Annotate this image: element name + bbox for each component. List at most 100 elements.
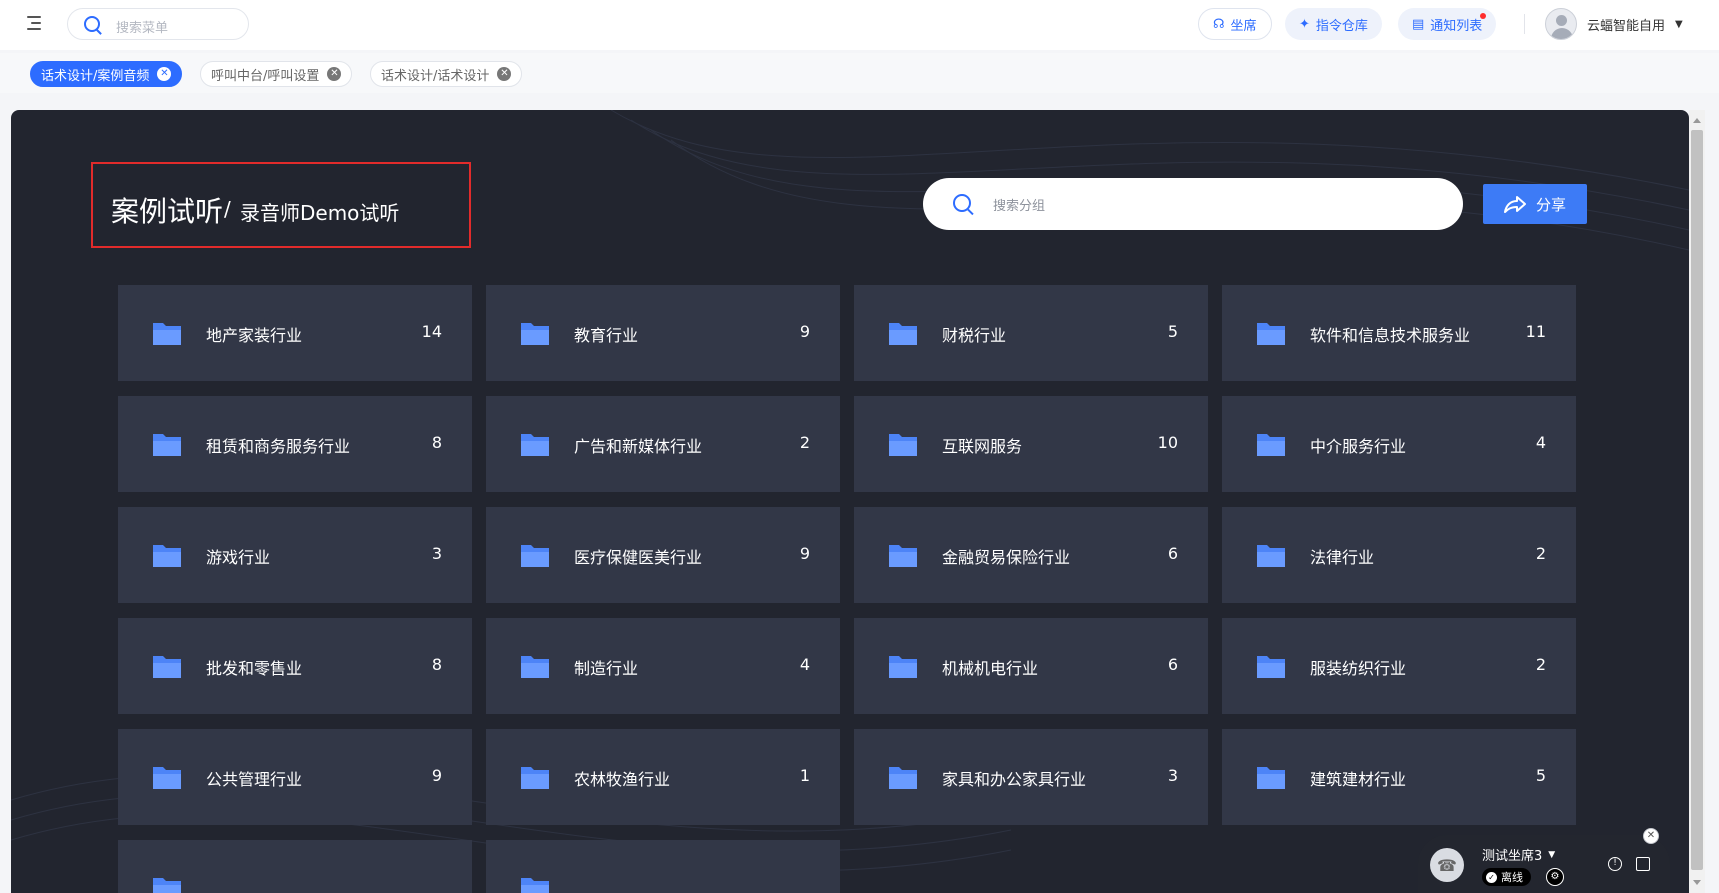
notification-list-button[interactable]: ▤ 通知列表 — [1398, 8, 1497, 40]
group-card[interactable]: 游戏行业 3 — [118, 507, 472, 603]
headset-icon: ☊ — [1213, 16, 1225, 32]
user-name: 云蝠智能自用 — [1587, 18, 1666, 34]
folder-icon — [889, 767, 917, 789]
group-count: 9 — [799, 544, 810, 563]
expand-icon[interactable] — [1636, 857, 1650, 871]
agent-button-label: 坐席 — [1230, 18, 1257, 34]
group-name: 金融贸易保险行业 — [942, 548, 1071, 567]
group-count: 9 — [431, 766, 442, 785]
command-repo-label: 指令仓库 — [1315, 18, 1368, 34]
group-card[interactable]: 金融贸易保险行业 6 — [854, 507, 1208, 603]
phone-icon[interactable]: ☎ — [1430, 848, 1464, 882]
search-icon — [84, 16, 100, 32]
group-card[interactable]: 机械机电行业 6 — [854, 618, 1208, 714]
folder-icon — [1257, 767, 1285, 789]
folder-icon — [889, 545, 917, 567]
close-icon[interactable]: ✕ — [327, 67, 342, 81]
group-card[interactable]: 法律行业 2 — [1222, 507, 1576, 603]
group-card[interactable]: 财税行业 5 — [854, 285, 1208, 381]
group-count: 8 — [431, 655, 442, 674]
group-count: 8 — [431, 433, 442, 452]
info-icon[interactable]: ! — [1608, 857, 1622, 871]
page-scrollbar[interactable] — [1689, 110, 1705, 893]
folder-icon — [1257, 323, 1285, 345]
menu-search-input[interactable]: 搜索菜单 — [67, 8, 249, 40]
group-name: 法律行业 — [1310, 548, 1375, 567]
scroll-down-icon[interactable] — [1693, 880, 1701, 885]
command-repo-button[interactable]: ✦ 指令仓库 — [1285, 8, 1382, 40]
group-card[interactable]: 租赁和商务服务行业 8 — [118, 396, 472, 492]
group-card[interactable]: 医疗保健医美行业 9 — [486, 507, 840, 603]
group-card[interactable]: 地产家装行业 14 — [118, 285, 472, 381]
group-card[interactable]: 中介服务行业 4 — [1222, 396, 1576, 492]
group-name: 医疗保健医美行业 — [574, 548, 703, 567]
folder-icon — [889, 323, 917, 345]
share-button[interactable]: 分享 — [1483, 184, 1587, 224]
group-name: 制造行业 — [574, 659, 639, 678]
close-icon[interactable]: ✕ — [1643, 828, 1659, 844]
group-name: 地产家装行业 — [206, 326, 303, 345]
user-menu[interactable]: 云蝠智能自用 ▼ — [1545, 8, 1683, 40]
group-card[interactable]: 广告和新媒体行业 2 — [486, 396, 840, 492]
tab-label: 话术设计/话术设计 — [381, 68, 490, 84]
menu-collapse-icon[interactable] — [27, 14, 45, 32]
group-name: 农林牧渔行业 — [574, 770, 671, 789]
group-count: 2 — [1535, 655, 1546, 674]
scroll-thumb[interactable] — [1691, 130, 1703, 870]
open-tabs: 话术设计/案例音频 ✕ 呼叫中台/呼叫设置 ✕ 话术设计/话术设计 ✕ — [0, 53, 1719, 93]
group-card[interactable]: 制造行业 4 — [486, 618, 840, 714]
group-count: 4 — [799, 655, 810, 674]
tab-call-settings[interactable]: 呼叫中台/呼叫设置 ✕ — [200, 61, 353, 87]
document-icon: ▤ — [1412, 16, 1425, 32]
tab-script-design[interactable]: 话术设计/话术设计 ✕ — [370, 61, 523, 87]
folder-icon — [153, 767, 181, 789]
avatar — [1545, 8, 1577, 40]
folder-icon — [889, 434, 917, 456]
group-count: 6 — [1167, 544, 1178, 563]
status-badge[interactable]: ✓ 离线 — [1482, 868, 1531, 886]
agent-button[interactable]: ☊ 坐席 — [1198, 8, 1272, 40]
group-card[interactable]: 服装纺织行业 2 — [1222, 618, 1576, 714]
group-card[interactable]: 农林牧渔行业 1 — [486, 729, 840, 825]
gear-icon[interactable]: ⚙ — [1546, 868, 1564, 886]
chevron-down-icon: ▼ — [1548, 849, 1556, 860]
group-name: 财税行业 — [942, 326, 1007, 345]
group-count: 10 — [1157, 433, 1178, 452]
folder-icon — [521, 656, 549, 678]
scroll-up-icon[interactable] — [1693, 118, 1701, 123]
menu-search-placeholder: 搜索菜单 — [116, 21, 169, 36]
group-name: 软件和信息技术服务业 — [1310, 326, 1471, 345]
group-card[interactable]: 家具和办公家具行业 3 — [854, 729, 1208, 825]
tab-case-audio[interactable]: 话术设计/案例音频 ✕ — [30, 61, 183, 87]
group-search-input[interactable]: 搜索分组 — [923, 178, 1463, 230]
group-name: 批发和零售业 — [206, 659, 303, 678]
group-card[interactable]: 教育行业 9 — [486, 285, 840, 381]
group-card[interactable] — [486, 840, 840, 893]
group-count: 2 — [1535, 544, 1546, 563]
group-card[interactable]: 建筑建材行业 5 — [1222, 729, 1576, 825]
group-count: 5 — [1535, 766, 1546, 785]
group-count: 3 — [1167, 766, 1178, 785]
group-name: 广告和新媒体行业 — [574, 437, 703, 456]
group-card[interactable] — [118, 840, 472, 893]
group-card[interactable]: 公共管理行业 9 — [118, 729, 472, 825]
group-name: 中介服务行业 — [1310, 437, 1407, 456]
group-name: 机械机电行业 — [942, 659, 1039, 678]
close-icon[interactable]: ✕ — [157, 67, 172, 81]
group-count: 6 — [1167, 655, 1178, 674]
tab-label: 呼叫中台/呼叫设置 — [211, 68, 320, 84]
group-name: 互联网服务 — [942, 437, 1023, 456]
group-card[interactable]: 软件和信息技术服务业 11 — [1222, 285, 1576, 381]
call-widget: ☎ 测试坐席3 ▼ ✓ 离线 ⚙ ! — [1418, 835, 1670, 893]
header-divider — [1524, 14, 1525, 34]
agent-selector[interactable]: 测试坐席3 ▼ — [1482, 845, 1555, 864]
close-icon[interactable]: ✕ — [497, 67, 512, 81]
folder-icon — [521, 434, 549, 456]
group-count: 5 — [1167, 322, 1178, 341]
group-card[interactable]: 批发和零售业 8 — [118, 618, 472, 714]
group-card[interactable]: 互联网服务 10 — [854, 396, 1208, 492]
folder-icon — [153, 878, 181, 893]
folder-icon — [521, 767, 549, 789]
pin-icon: ✦ — [1299, 16, 1310, 32]
folder-icon — [1257, 545, 1285, 567]
